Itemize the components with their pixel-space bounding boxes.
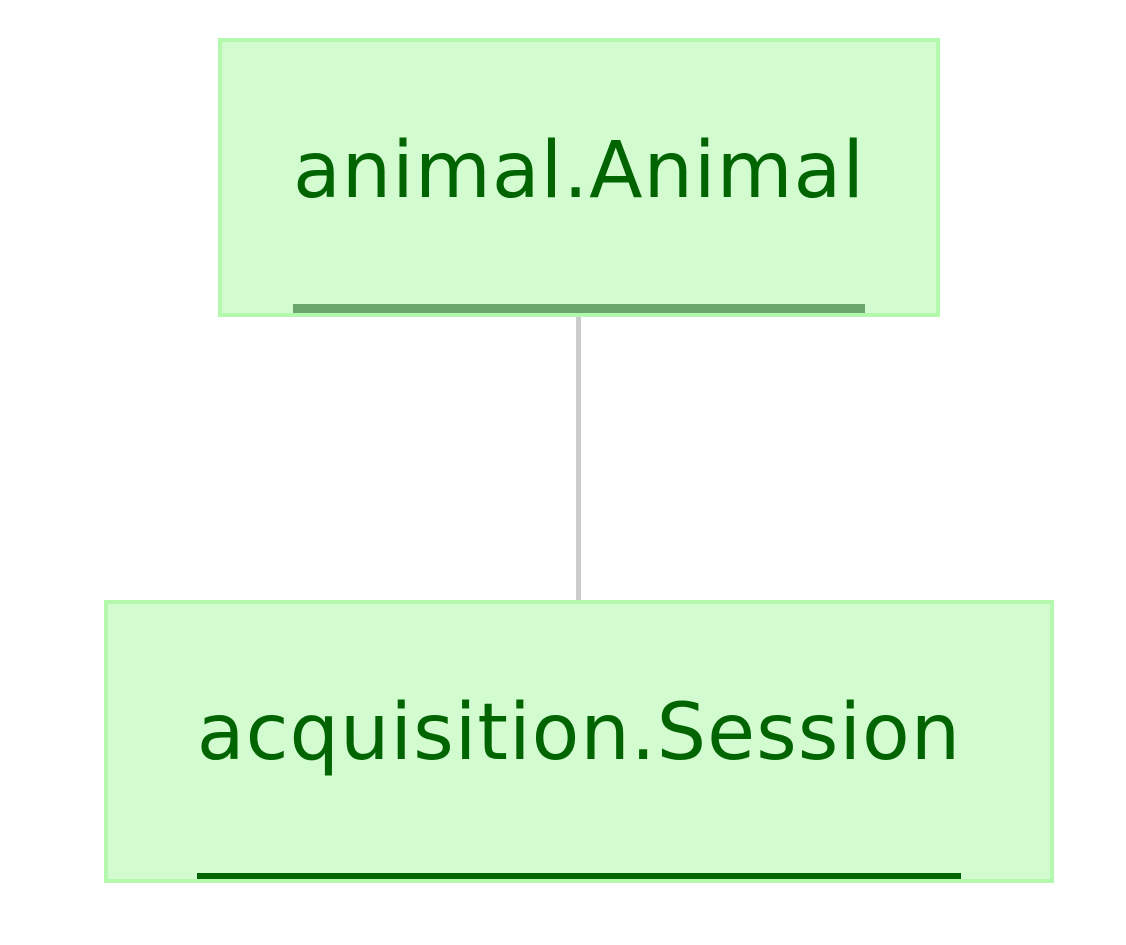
- node-acquisition-session[interactable]: acquisition.Session: [104, 600, 1054, 883]
- node-acquisition-session-label[interactable]: acquisition.Session: [196, 694, 962, 879]
- edge-animal-to-session: [576, 317, 581, 600]
- dependency-diagram: animal.Animal acquisition.Session: [0, 0, 1126, 945]
- node-animal-label[interactable]: animal.Animal: [292, 132, 866, 313]
- node-animal[interactable]: animal.Animal: [218, 38, 940, 317]
